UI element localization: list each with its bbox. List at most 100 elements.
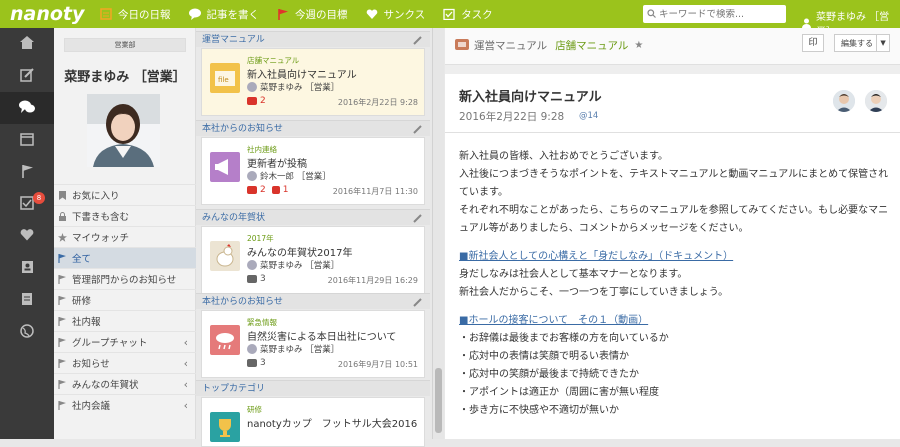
rail-tasks[interactable]: 8 — [0, 188, 54, 220]
menu-new-year-cards[interactable]: みんなの年賀状 ‹ — [54, 373, 196, 394]
article-date: 2016年2月22日 9:28 — [459, 111, 565, 123]
print-button[interactable]: 印 — [802, 34, 824, 52]
pencil-icon[interactable] — [413, 213, 422, 223]
card-title: nanotyカップ フットサル大会2016 — [247, 419, 418, 430]
reader-avatar[interactable] — [833, 90, 855, 112]
card-category: 店舗マニュアル — [247, 56, 300, 65]
list-scrollbar[interactable] — [432, 28, 444, 439]
card-date: 2016年2月22日 9:28 — [337, 98, 418, 107]
search-input[interactable] — [659, 8, 779, 20]
chevron-left-icon[interactable]: ‹ — [184, 336, 188, 349]
rail-calendar[interactable] — [0, 124, 54, 156]
comment-icon — [247, 275, 257, 283]
pencil-icon[interactable] — [413, 124, 422, 134]
author-avatar — [247, 171, 257, 181]
edit-button[interactable]: 編集する ▼ — [834, 34, 890, 52]
task-count-badge: 8 — [33, 192, 45, 204]
profile-avatar[interactable] — [87, 94, 160, 167]
article-card[interactable]: file 店舗マニュアル 新入社員向けマニュアル 菜野まゆみ ［営業］ 2 20… — [201, 48, 425, 116]
menu-all[interactable]: 全て — [54, 247, 196, 268]
breadcrumb-subcategory[interactable]: 店舗マニュアル — [555, 38, 628, 53]
section-link-hall[interactable]: ■ホールの接客について その１（動画） — [459, 312, 891, 330]
article-card[interactable]: 2017年 みんなの年賀状2017年 菜野まゆみ ［営業］ 3 2016年11月… — [201, 226, 425, 294]
section-header[interactable]: 本社からのお知らせ — [196, 120, 430, 136]
card-title: みんなの年賀状2017年 — [247, 248, 353, 259]
nav-thanks[interactable]: サンクス — [366, 7, 426, 22]
chevron-left-icon[interactable]: ‹ — [184, 378, 188, 391]
rail-global[interactable] — [0, 316, 54, 348]
rail-articles[interactable] — [0, 92, 54, 124]
flag-icon — [58, 400, 67, 410]
search-box[interactable] — [643, 5, 786, 23]
profile-name: 菜野まゆみ ［営業］ — [64, 70, 186, 85]
pencil-icon[interactable] — [413, 35, 422, 45]
article-id[interactable]: @14 — [579, 111, 598, 121]
nav-write-article[interactable]: 記事を書く — [188, 7, 260, 22]
top-bar: nanoty 今日の日報 記事を書く 今週の目標 サンクス タスク 菜野まゆみ … — [0, 0, 900, 38]
scrollbar-thumb[interactable] — [435, 368, 442, 433]
pencil-icon[interactable] — [413, 297, 422, 307]
body-list-item: ・お辞儀は最後までお客様の方を向いているか — [459, 333, 669, 344]
write-article-icon — [188, 8, 202, 20]
section-header[interactable]: 運営マニュアル — [196, 31, 430, 47]
menu-favorites[interactable]: お気に入り — [54, 184, 196, 205]
section-header[interactable]: トップカテゴリ — [196, 380, 430, 396]
rail-contacts[interactable] — [0, 252, 54, 284]
body-list-item: ・アポイントは適正か（周囲に害が無い程度 — [459, 387, 659, 398]
menu-group-chat[interactable]: グループチャット ‹ — [54, 331, 196, 352]
chevron-left-icon[interactable]: ‹ — [184, 399, 188, 412]
card-date: 2016年9月7日 10:51 — [337, 360, 418, 369]
comment-count: 2 — [260, 185, 266, 195]
nav-label: 記事を書く — [206, 8, 260, 21]
heart-icon — [20, 228, 34, 244]
article-card[interactable]: 緊急情報 自然災害による本日出社について 菜野まゆみ ［営業］ 3 2016年9… — [201, 310, 425, 378]
checkbox-icon — [20, 195, 34, 213]
card-author: 菜野まゆみ ［営業］ — [247, 343, 339, 355]
chevron-left-icon[interactable]: ‹ — [184, 357, 188, 370]
menu-label: お気に入り — [72, 191, 120, 202]
reader-avatar[interactable] — [865, 90, 887, 112]
author-name: 菜野まゆみ ［営業］ — [260, 345, 340, 355]
rail-home[interactable] — [0, 28, 54, 60]
home-icon — [20, 36, 34, 52]
article-card[interactable]: 社内連絡 更新者が投稿 鈴木一郎 ［営業］ 21 2016年11月7日 11:3… — [201, 137, 425, 205]
menu-label: みんなの年賀状 — [72, 380, 139, 391]
nav-task[interactable]: タスク — [443, 7, 493, 22]
menu-training[interactable]: 研修 — [54, 289, 196, 310]
flag-icon — [21, 164, 34, 181]
nav-weekly-goal[interactable]: 今週の目標 — [277, 7, 348, 22]
menu-my-watch[interactable]: マイウォッチ — [54, 226, 196, 247]
rail-thanks[interactable] — [0, 220, 54, 252]
rail-reports[interactable] — [0, 284, 54, 316]
calendar-icon — [20, 132, 34, 149]
menu-meetings[interactable]: 社内会議 ‹ — [54, 394, 196, 415]
nav-label: タスク — [461, 8, 493, 21]
section-header[interactable]: みんなの年賀状 — [196, 209, 430, 225]
card-title: 更新者が投稿 — [247, 159, 307, 170]
menu-admin-notices[interactable]: 管理部門からのお知らせ — [54, 268, 196, 289]
chat-bubbles-icon — [19, 100, 35, 117]
section-link-manners[interactable]: ■新社会人としての心構えと「身だしなみ」（ドキュメント） — [459, 248, 891, 266]
card-title: 自然災害による本日出社について — [247, 332, 397, 343]
divider — [445, 132, 900, 133]
comment-count: 2 — [260, 96, 266, 106]
chevron-down-icon[interactable]: ▼ — [876, 35, 889, 51]
menu-newsletter[interactable]: 社内報 — [54, 310, 196, 331]
body-paragraph: 新入社員の皆様、入社おめでとうございます。 — [459, 151, 668, 162]
comment-icon — [247, 359, 257, 367]
author-avatar — [247, 344, 257, 354]
rail-write[interactable] — [0, 60, 54, 92]
nav-label: サンクス — [383, 8, 426, 21]
menu-notices[interactable]: お知らせ ‹ — [54, 352, 196, 373]
menu-drafts[interactable]: 下書きも含む — [54, 205, 196, 226]
rail-goals[interactable] — [0, 156, 54, 188]
card-date: 2016年11月29日 16:29 — [327, 276, 418, 285]
section-header[interactable]: 本社からのお知らせ — [196, 293, 430, 309]
breadcrumb-category[interactable]: 運営マニュアル — [474, 38, 547, 53]
author-avatar — [247, 82, 257, 92]
favorite-star-icon[interactable]: ★ — [634, 40, 643, 51]
article-card[interactable]: 研修 nanotyカップ フットサル大会2016 — [201, 397, 425, 447]
app-logo[interactable]: nanoty — [10, 3, 84, 25]
nav-daily-report[interactable]: 今日の日報 — [100, 7, 171, 22]
left-icon-rail: 8 — [0, 28, 54, 439]
